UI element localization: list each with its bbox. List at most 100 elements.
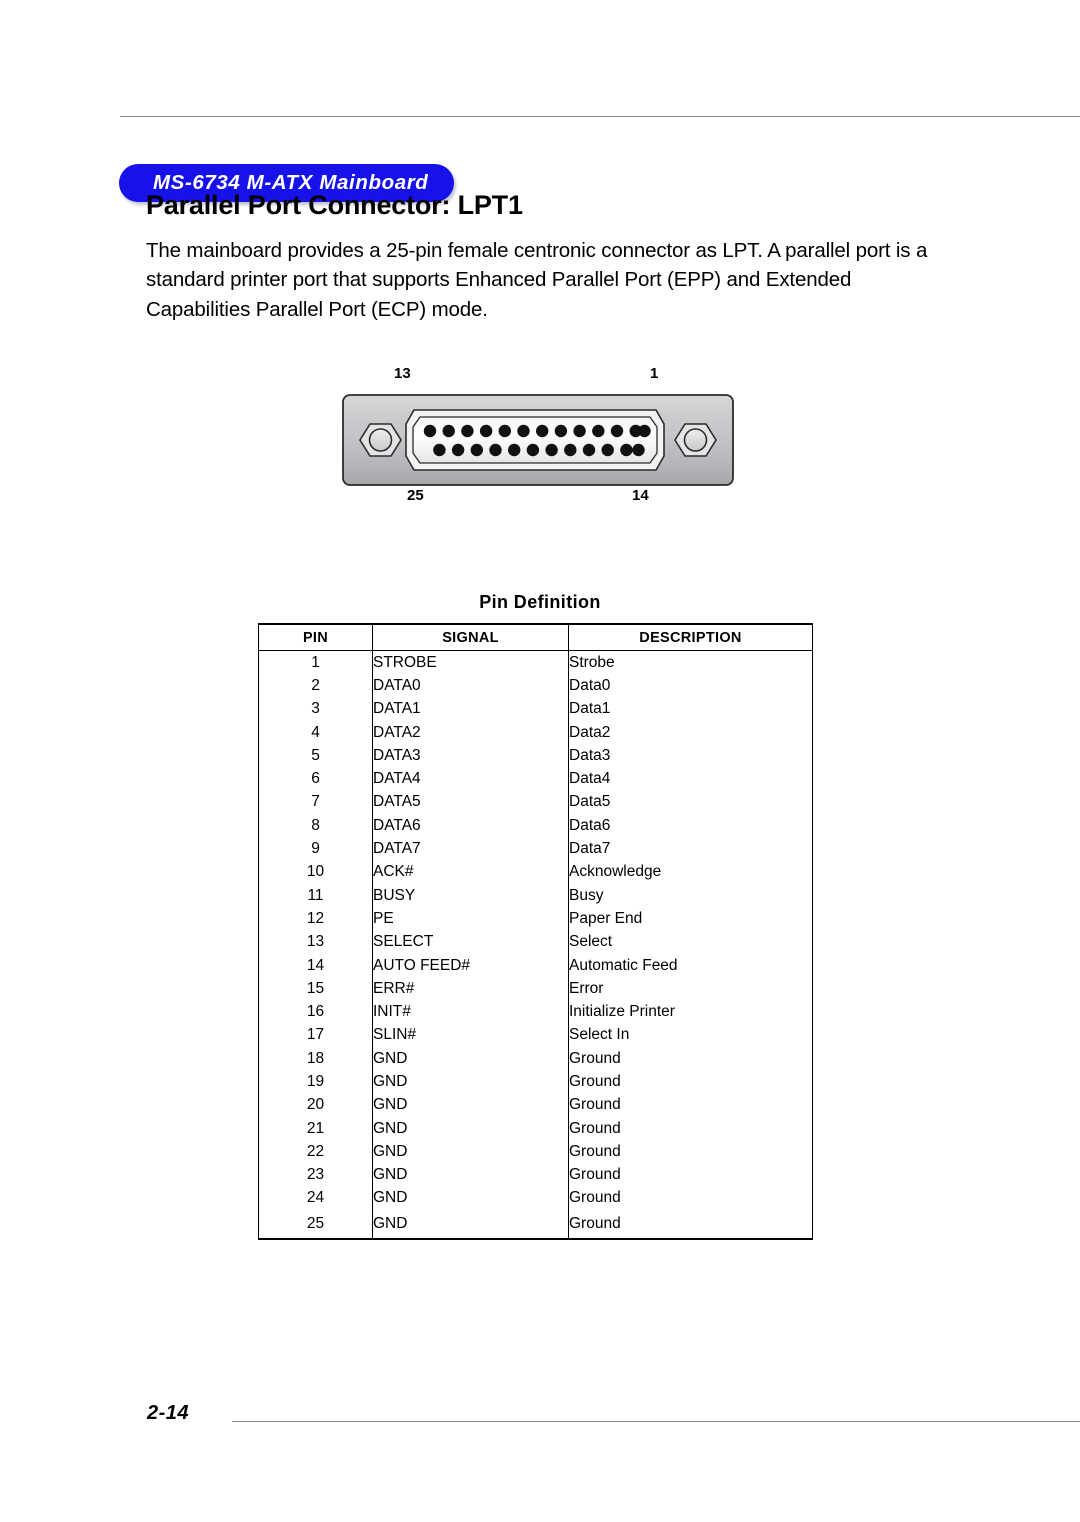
- cell-pin: 22: [258, 1140, 373, 1164]
- cell-signal: DATA0: [372, 674, 569, 698]
- table-row: 16 INIT# Initialize Printer: [258, 1000, 813, 1024]
- table-row: 14 AUTO FEED# Automatic Feed: [258, 953, 813, 978]
- cell-pin: 5: [258, 744, 373, 768]
- cell-signal: SELECT: [372, 930, 569, 954]
- cell-pin: 9: [258, 837, 373, 861]
- cell-description: Data1: [568, 697, 813, 721]
- cell-pin: 10: [258, 860, 373, 884]
- table-row: 17 SLIN# Select In: [258, 1023, 813, 1048]
- cell-description: Data3: [568, 744, 813, 768]
- table-row: 24 GND Ground: [258, 1186, 813, 1211]
- cell-signal: GND: [372, 1163, 569, 1187]
- cell-signal: BUSY: [372, 883, 569, 908]
- cell-description: Ground: [568, 1093, 813, 1117]
- cell-description: Data2: [568, 720, 813, 745]
- cell-description: Data6: [568, 814, 813, 838]
- intro-paragraph: The mainboard provides a 25-pin female c…: [146, 238, 928, 321]
- cell-signal: AUTO FEED#: [372, 953, 569, 978]
- cell-pin: 17: [258, 1023, 373, 1048]
- cell-signal: DATA4: [372, 767, 569, 791]
- cell-pin: 24: [258, 1186, 373, 1211]
- footer-divider-rule: [232, 1421, 1080, 1422]
- cell-signal: INIT#: [372, 1000, 569, 1024]
- cell-pin: 13: [258, 930, 373, 954]
- cell-description: Ground: [568, 1140, 813, 1164]
- cell-description: Error: [568, 977, 813, 1001]
- page-title: Parallel Port Connector: LPT1: [146, 190, 523, 221]
- cell-signal: DATA3: [372, 744, 569, 768]
- column-header-signal: SIGNAL: [372, 623, 569, 651]
- db25-connector-graphic: [342, 394, 734, 486]
- cell-pin: 2: [258, 674, 373, 698]
- cell-pin: 8: [258, 814, 373, 838]
- cell-pin: 16: [258, 1000, 373, 1024]
- connector-pin-label-bottom-left: 25: [407, 487, 424, 504]
- cell-pin: 7: [258, 790, 373, 815]
- cell-signal: DATA1: [372, 697, 569, 721]
- cell-signal: DATA7: [372, 837, 569, 861]
- table-row: 1 STROBE Strobe: [258, 650, 813, 675]
- cell-signal: GND: [372, 1116, 569, 1141]
- table-header: PIN SIGNAL DESCRIPTION: [258, 623, 813, 651]
- page-number: 2-14: [147, 1402, 190, 1424]
- cell-description: Ground: [568, 1163, 813, 1187]
- cell-pin: 3: [258, 697, 373, 721]
- cell-pin: 12: [258, 907, 373, 931]
- table-row: 11 BUSY Busy: [258, 883, 813, 908]
- table-row: 22 GND Ground: [258, 1140, 813, 1164]
- cell-description: Data7: [568, 837, 813, 861]
- connector-pin-label-top-left: 13: [394, 365, 411, 382]
- cell-signal: GND: [372, 1140, 569, 1164]
- cell-description: Data5: [568, 790, 813, 815]
- cell-pin: 14: [258, 953, 373, 978]
- table-row: 23 GND Ground: [258, 1163, 813, 1187]
- cell-description: Ground: [568, 1186, 813, 1211]
- cell-description: Paper End: [568, 907, 813, 931]
- column-header-pin: PIN: [258, 623, 373, 651]
- cell-signal: GND: [372, 1186, 569, 1211]
- cell-description: Initialize Printer: [568, 1000, 813, 1024]
- table-row: 2 DATA0 Data0: [258, 674, 813, 698]
- table-header-row: PIN SIGNAL DESCRIPTION: [258, 623, 813, 651]
- table-row: 15 ERR# Error: [258, 977, 813, 1001]
- cell-pin: 11: [258, 883, 373, 908]
- cell-description: Strobe: [568, 650, 813, 675]
- pin-definition-table: PIN SIGNAL DESCRIPTION 1 STROBE Strobe 2 DAT…: [258, 623, 813, 1241]
- table-row: 21 GND Ground: [258, 1116, 813, 1141]
- table-row: 8 DATA6 Data6: [258, 814, 813, 838]
- cell-description: Select In: [568, 1023, 813, 1048]
- cell-signal: PE: [372, 907, 569, 931]
- cell-pin: 4: [258, 720, 373, 745]
- connector-pin-label-bottom-right: 14: [632, 487, 649, 504]
- cell-signal: STROBE: [372, 650, 569, 675]
- cell-signal: ERR#: [372, 977, 569, 1001]
- cell-pin: 19: [258, 1070, 373, 1094]
- cell-description: Data4: [568, 767, 813, 791]
- cell-description: Data0: [568, 674, 813, 698]
- cell-pin: 15: [258, 977, 373, 1001]
- table-row: 7 DATA5 Data5: [258, 790, 813, 815]
- table-row: 4 DATA2 Data2: [258, 720, 813, 745]
- cell-pin: 18: [258, 1047, 373, 1071]
- cell-description: Busy: [568, 883, 813, 908]
- cell-pin: 25: [258, 1210, 373, 1241]
- cell-signal: GND: [372, 1210, 569, 1241]
- table-row: 6 DATA4 Data4: [258, 767, 813, 791]
- cell-signal: GND: [372, 1070, 569, 1094]
- table-row: 25 GND Ground: [258, 1210, 813, 1241]
- table-row: 19 GND Ground: [258, 1070, 813, 1094]
- cell-signal: GND: [372, 1093, 569, 1117]
- table-row: 3 DATA1 Data1: [258, 697, 813, 721]
- table-body: 1 STROBE Strobe 2 DATA0 Data0 3 DATA1 Data1 4 DATA…: [258, 650, 813, 1241]
- cell-signal: DATA6: [372, 814, 569, 838]
- cell-signal: ACK#: [372, 860, 569, 884]
- cell-description: Ground: [568, 1070, 813, 1094]
- cell-signal: DATA2: [372, 720, 569, 745]
- db25-connector-figure: 13 1 25 14: [330, 360, 750, 520]
- table-row: 13 SELECT Select: [258, 930, 813, 954]
- column-header-description: DESCRIPTION: [568, 623, 813, 651]
- cell-pin: 1: [258, 650, 373, 675]
- table-row: 12 PE Paper End: [258, 907, 813, 931]
- cell-description: Acknowledge: [568, 860, 813, 884]
- cell-pin: 23: [258, 1163, 373, 1187]
